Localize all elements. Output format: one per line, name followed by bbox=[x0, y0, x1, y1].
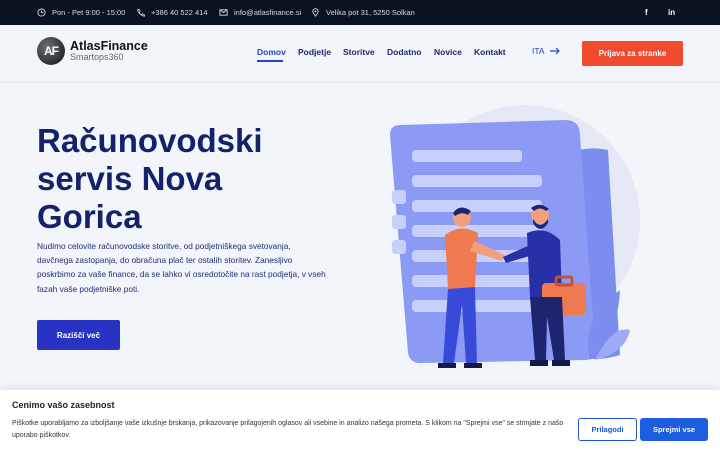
nav-item-novice[interactable]: Novice bbox=[434, 47, 462, 57]
nav-item-dodatno[interactable]: Dodatno bbox=[387, 47, 421, 57]
cookie-title: Cenimo vašo zasebnost bbox=[12, 400, 115, 410]
clock-icon bbox=[37, 8, 46, 17]
address-info: Velika pot 31, 5250 Solkan bbox=[311, 0, 415, 25]
active-underline bbox=[257, 60, 283, 62]
nav-item-podjetje[interactable]: Podjetje bbox=[298, 47, 331, 57]
cookie-banner: Cenimo vašo zasebnost Piškotke uporablja… bbox=[0, 390, 720, 450]
phone-icon bbox=[137, 8, 145, 17]
nav-item-domov[interactable]: Domov bbox=[257, 47, 286, 57]
hours-info: Pon - Pet 9:00 - 15:00 bbox=[37, 0, 125, 25]
location-pin-icon bbox=[312, 8, 319, 17]
cookie-text: Piškotke uporabljamo za izboljšanje vaše… bbox=[12, 420, 564, 439]
email-text: info@atlasfinance.si bbox=[234, 8, 302, 17]
learn-more-button[interactable]: Raziščí več bbox=[37, 320, 120, 350]
linkedin-icon[interactable]: in bbox=[668, 0, 675, 25]
language-label: ITA bbox=[532, 46, 545, 56]
phone-info[interactable]: +386 40 522 414 bbox=[136, 0, 208, 25]
handshake-illustration bbox=[390, 105, 640, 368]
arrow-right-icon bbox=[549, 47, 560, 55]
nav-item-kontakt[interactable]: Kontakt bbox=[474, 47, 506, 57]
logo-name: AtlasFinance bbox=[70, 38, 148, 53]
mail-icon bbox=[219, 9, 228, 16]
client-login-button[interactable]: Prijava za stranke bbox=[582, 41, 683, 66]
nav-item-storitve[interactable]: Storitve bbox=[343, 47, 375, 57]
email-info[interactable]: info@atlasfinance.si bbox=[219, 0, 301, 25]
language-switch[interactable]: ITA bbox=[532, 46, 561, 56]
hero-description: Nudimo celovite računovodske storitve, o… bbox=[37, 241, 326, 294]
accept-all-button[interactable]: Sprejmi vse bbox=[640, 418, 708, 441]
logo[interactable]: AF AtlasFinance Smartops360 bbox=[37, 37, 148, 65]
logo-badge: AF bbox=[37, 37, 65, 65]
address-text: Velika pot 31, 5250 Solkan bbox=[326, 8, 415, 17]
phone-text: +386 40 522 414 bbox=[151, 8, 208, 17]
top-bar: Pon - Pet 9:00 - 15:00 +386 40 522 414 i… bbox=[0, 0, 720, 25]
customize-button[interactable]: Prilagodi bbox=[578, 418, 637, 441]
hours-text: Pon - Pet 9:00 - 15:00 bbox=[52, 8, 126, 17]
logo-subtitle: Smartops360 bbox=[70, 52, 124, 63]
facebook-icon[interactable]: f bbox=[645, 0, 648, 25]
hero-title: Računovodski servis Nova Gorica bbox=[37, 122, 263, 235]
